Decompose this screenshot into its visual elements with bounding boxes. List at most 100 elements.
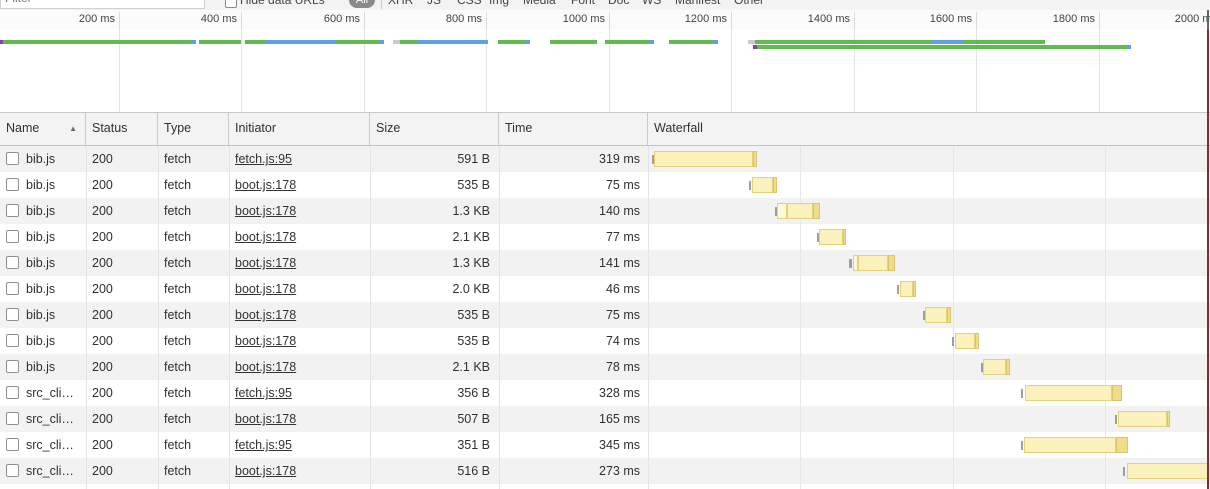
row-checkbox[interactable] [6,464,19,477]
cell-type: fetch [164,380,224,406]
filter-input[interactable] [0,0,205,9]
cell-size: 2.1 KB [370,224,490,250]
cell-type: fetch [164,250,224,276]
overview-bar-segment [393,40,400,44]
initiator-link[interactable]: boot.js:178 [235,464,296,478]
row-checkbox[interactable] [6,412,19,425]
waterfall-bar-dark [1006,359,1010,375]
column-header-initiator[interactable]: Initiator [229,113,370,145]
column-header-waterfall[interactable]: Waterfall [648,113,1210,145]
ruler-divider [486,12,487,29]
overview-bar-segment [755,40,932,44]
waterfall-bar-body [1118,411,1167,427]
waterfall-bar-body [1025,385,1112,401]
waterfall-bar-body [752,177,773,193]
row-checkbox[interactable] [6,204,19,217]
cell-status: 200 [92,458,152,484]
overview-bar-segment [714,40,718,44]
initiator-link[interactable]: boot.js:178 [235,282,296,296]
initiator-link[interactable]: boot.js:178 [235,230,296,244]
row-checkbox[interactable] [6,438,19,451]
type-filter-doc[interactable]: Doc [608,0,629,7]
overview-bar-segment [335,40,379,44]
column-header-time[interactable]: Time [499,113,648,145]
ruler-tick-label: 1400 ms [764,13,850,25]
waterfall-bar-body [1024,437,1116,453]
initiator-link[interactable]: boot.js:178 [235,178,296,192]
cell-size: 535 B [370,328,490,354]
initiator-link[interactable]: boot.js:178 [235,412,296,426]
cell-size: 356 B [370,380,490,406]
sort-ascending-icon: ▲ [69,113,77,144]
type-filter-font[interactable]: Font [571,0,595,7]
table-row[interactable]: bib.js 200 fetch boot.js:178 2.1 KB 77 m… [0,224,1210,250]
cell-type: fetch [164,458,224,484]
row-checkbox[interactable] [6,282,19,295]
initiator-link[interactable]: fetch.js:95 [235,386,292,400]
column-header-name[interactable]: Name ▲ [0,113,86,145]
table-row[interactable]: bib.js 200 fetch fetch.js:95 591 B 319 m… [0,146,1210,172]
table-row[interactable]: src_cli… 200 fetch boot.js:178 507 B 165… [0,406,1210,432]
column-header-type[interactable]: Type [158,113,229,145]
cell-name: src_cli… [26,380,84,406]
cell-type: fetch [164,172,224,198]
initiator-link[interactable]: fetch.js:95 [235,438,292,452]
hide-data-urls-checkbox[interactable] [225,0,237,8]
cell-initiator: boot.js:178 [235,354,365,380]
row-checkbox[interactable] [6,334,19,347]
initiator-link[interactable]: boot.js:178 [235,204,296,218]
ruler-tick-label: 800 ms [396,13,482,25]
initiator-link[interactable]: boot.js:178 [235,334,296,348]
table-row[interactable]: bib.js 200 fetch boot.js:178 535 B 75 ms [0,172,1210,198]
overview-bar-segment [932,40,963,44]
row-checkbox[interactable] [6,152,19,165]
row-checkbox[interactable] [6,256,19,269]
type-filter-manifest[interactable]: Manifest [675,0,720,7]
column-header-status[interactable]: Status [86,113,158,145]
initiator-link[interactable]: boot.js:178 [235,360,296,374]
cell-size: 1.3 KB [370,198,490,224]
table-row[interactable]: bib.js 200 fetch boot.js:178 2.1 KB 78 m… [0,354,1210,380]
initiator-link[interactable]: fetch.js:95 [235,152,292,166]
table-row[interactable]: bib.js 200 fetch boot.js:178 2.0 KB 46 m… [0,276,1210,302]
type-filter-other[interactable]: Other [734,0,764,7]
table-row[interactable]: bib.js 200 fetch boot.js:178 1.3 KB 140 … [0,198,1210,224]
type-filter-img[interactable]: Img [489,0,509,7]
timeline-ruler: 200 ms400 ms600 ms800 ms1000 ms1200 ms14… [0,10,1210,29]
waterfall-bar-dark [1167,411,1170,427]
overview-bar-segment [757,45,1127,49]
cell-size: 516 B [370,458,490,484]
type-filter-xhr[interactable]: XHR [388,0,413,7]
type-filter-js[interactable]: JS [427,0,441,7]
ruler-tick-label: 1600 ms [886,13,972,25]
row-checkbox[interactable] [6,230,19,243]
cell-initiator: boot.js:178 [235,458,365,484]
row-checkbox[interactable] [6,308,19,321]
table-row[interactable]: bib.js 200 fetch boot.js:178 1.3 KB 141 … [0,250,1210,276]
ruler-divider [609,12,610,29]
type-filter-ws[interactable]: WS [642,0,661,7]
table-row[interactable]: src_cli… 200 fetch fetch.js:95 351 B 345… [0,432,1210,458]
table-row[interactable]: src_cli… 200 fetch fetch.js:95 356 B 328… [0,380,1210,406]
type-filter-css[interactable]: CSS [457,0,482,7]
column-separator [499,146,500,489]
row-checkbox[interactable] [6,386,19,399]
waterfall-bar-tick [1021,441,1023,450]
initiator-link[interactable]: boot.js:178 [235,256,296,270]
cell-time: 319 ms [499,146,640,172]
table-row[interactable]: bib.js 200 fetch boot.js:178 535 B 74 ms [0,328,1210,354]
column-header-size[interactable]: Size [370,113,499,145]
table-row[interactable]: src_cli… 200 fetch boot.js:178 516 B 273… [0,458,1210,484]
overview-bar-segment [265,40,335,44]
filter-all-button[interactable]: All [349,0,375,8]
row-checkbox[interactable] [6,360,19,373]
network-overview-grid[interactable] [0,29,1210,113]
waterfall-bar-body [787,203,813,219]
cell-name: src_cli… [26,458,84,484]
cell-name: src_cli… [26,432,84,458]
type-filter-media[interactable]: Media [523,0,556,7]
table-row[interactable]: bib.js 200 fetch boot.js:178 535 B 75 ms [0,302,1210,328]
cell-time: 345 ms [499,432,640,458]
row-checkbox[interactable] [6,178,19,191]
initiator-link[interactable]: boot.js:178 [235,308,296,322]
